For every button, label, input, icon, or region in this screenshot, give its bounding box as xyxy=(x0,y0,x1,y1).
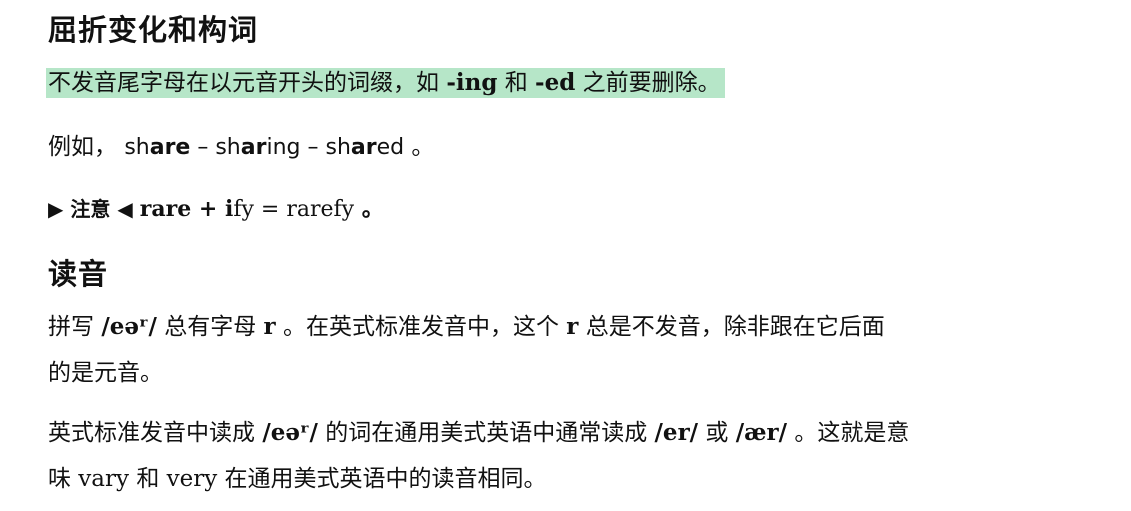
rule-paragraph: 不发音尾字母在以元音开头的词缀，如 -ing 和 -ed 之前要删除。 xyxy=(46,64,725,102)
letter-r: r xyxy=(566,313,579,340)
section-heading-pronunciation: 读音 xyxy=(48,257,109,291)
ipa-eer: /eəʳ/ xyxy=(101,313,157,340)
triangle-right-icon: ▶ xyxy=(48,197,64,221)
document-page: 屈折变化和构词 不发音尾字母在以元音开头的词缀，如 -ing 和 -ed 之前要… xyxy=(0,0,1131,511)
note-paragraph: ▶ 注意 ◀ rare + ify = rarefy 。 xyxy=(48,196,384,222)
example-word-shared: shared xyxy=(325,135,405,160)
pronunciation-paragraph-1-line-2: 的是元音。 xyxy=(48,360,163,386)
suffix-ing: -ing xyxy=(446,69,498,96)
pronunciation-paragraph-1: 拼写 /eəʳ/ 总有字母 r 。在英式标准发音中，这个 r 总是不发音，除非跟… xyxy=(48,313,885,340)
section-heading-inflection: 屈折变化和构词 xyxy=(48,13,259,47)
suffix-ed: -ed xyxy=(535,69,576,96)
example-paragraph: 例如， share – sharing – shared 。 xyxy=(48,134,435,160)
example-word-share: share xyxy=(124,135,191,160)
triangle-left-icon: ◀ xyxy=(117,197,133,221)
note-formula: rare + ify = rarefy xyxy=(139,196,355,222)
example-word-sharing: sharing xyxy=(215,135,301,160)
highlighted-rule: 不发音尾字母在以元音开头的词缀，如 -ing 和 -ed 之前要删除。 xyxy=(46,68,725,98)
ipa-eer: /eəʳ/ xyxy=(262,419,318,446)
note-label: 注意 xyxy=(70,197,111,221)
ipa-aer: /ær/ xyxy=(735,419,788,446)
letter-r: r xyxy=(263,313,276,340)
ipa-er: /er/ xyxy=(654,419,699,446)
pronunciation-paragraph-2-line-2: 味 vary 和 very 在通用美式英语中的读音相同。 xyxy=(48,466,547,492)
pronunciation-paragraph-2: 英式标准发音中读成 /eəʳ/ 的词在通用美式英语中通常读成 /er/ 或 /æ… xyxy=(48,419,910,446)
